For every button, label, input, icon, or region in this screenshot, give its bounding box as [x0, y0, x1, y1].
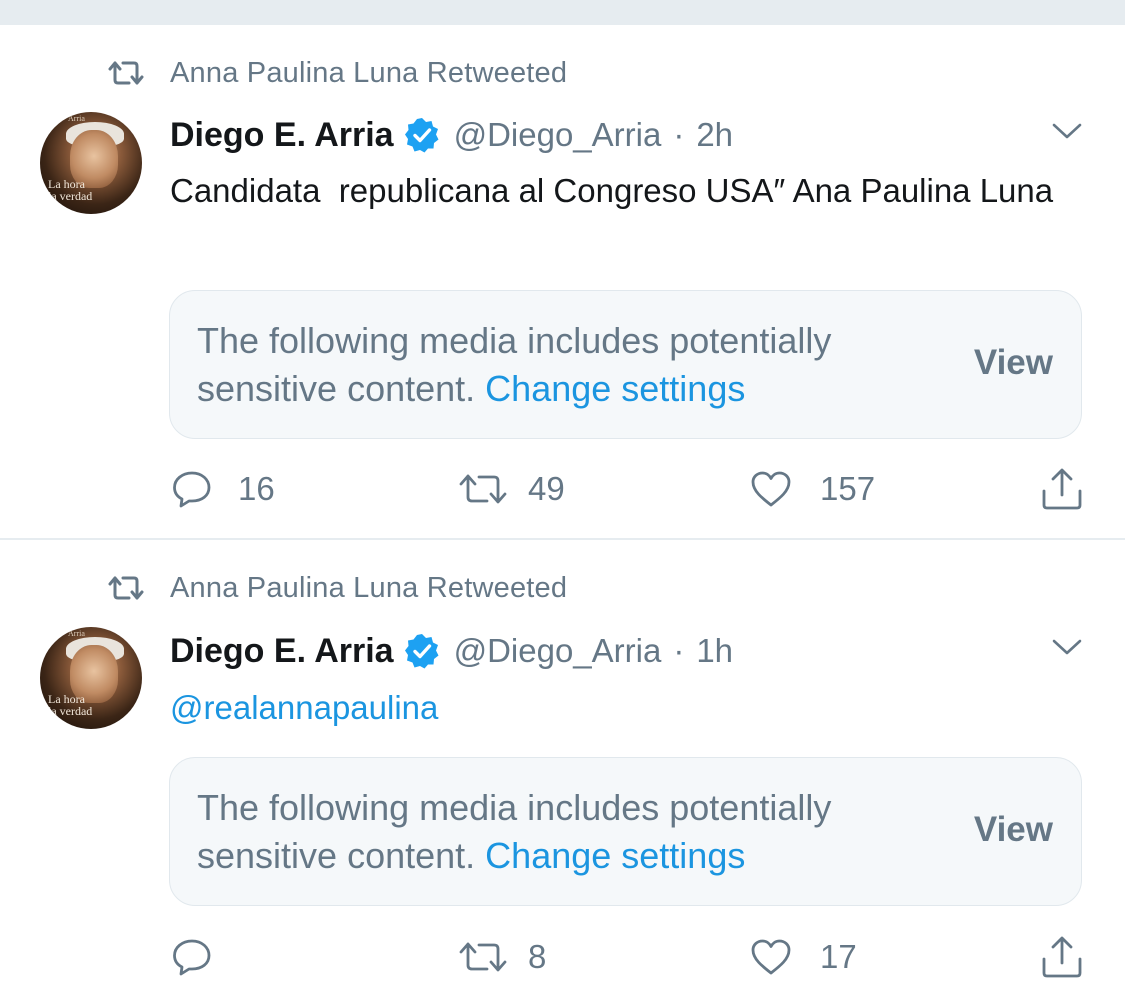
retweet-context[interactable]: Anna Paulina Luna Retweeted: [108, 568, 567, 608]
tweet-timestamp[interactable]: 2h: [696, 116, 733, 154]
change-settings-link[interactable]: Change settings: [485, 835, 745, 876]
avatar[interactable]: Arria La hora la verdad: [40, 112, 142, 214]
avatar[interactable]: Arria La hora la verdad: [40, 627, 142, 729]
retweet-button[interactable]: 49: [458, 467, 565, 511]
heart-icon: [751, 471, 791, 507]
tweet-actions: 8 17: [170, 935, 1090, 979]
tweet-header: Diego E. Arria @Diego_Arria · 1h: [170, 629, 733, 673]
tweet-actions: 16 49 157: [170, 467, 1090, 511]
verified-badge-icon: [404, 118, 439, 153]
heart-icon: [751, 939, 791, 975]
retweet-icon: [459, 942, 507, 972]
tweet-text: Candidata republicana al Congreso USA″ A…: [170, 172, 1054, 209]
avatar-caption: La hora la verdad: [48, 178, 92, 202]
like-button[interactable]: 17: [750, 935, 857, 979]
sensitive-notice-text: The following media includes potentially…: [197, 317, 927, 413]
author-name[interactable]: Diego E. Arria: [170, 116, 394, 155]
retweet-icon: [108, 576, 144, 600]
tweet[interactable]: Anna Paulina Luna Retweeted Arria La hor…: [0, 25, 1125, 538]
share-button[interactable]: [1040, 935, 1084, 979]
sensitive-media-notice: The following media includes potentially…: [169, 290, 1082, 439]
mention-link[interactable]: @realannapaulina: [170, 683, 1070, 732]
top-separator-bar: [0, 0, 1125, 25]
share-icon: [1042, 468, 1082, 510]
header-separator: ·: [673, 632, 685, 669]
sensitive-media-notice: The following media includes potentially…: [169, 757, 1082, 906]
retweet-icon: [459, 474, 507, 504]
reply-button[interactable]: 16: [170, 467, 275, 511]
avatar-caption-top: Arria: [68, 114, 85, 123]
chevron-down-icon[interactable]: [1050, 120, 1084, 142]
retweet-label: Anna Paulina Luna Retweeted: [170, 571, 568, 604]
author-handle[interactable]: @Diego_Arria: [454, 116, 662, 154]
header-separator: ·: [673, 116, 685, 153]
retweet-button[interactable]: 8: [458, 935, 546, 979]
share-button[interactable]: [1040, 467, 1084, 511]
retweet-label: Anna Paulina Luna Retweeted: [170, 56, 568, 89]
retweet-icon: [108, 61, 144, 85]
like-count: 157: [820, 470, 876, 507]
avatar-caption-top: Arria: [68, 629, 85, 638]
retweet-count: 49: [528, 470, 565, 507]
retweet-context[interactable]: Anna Paulina Luna Retweeted: [108, 53, 567, 93]
avatar-caption: La hora la verdad: [48, 693, 92, 717]
avatar-caption-line2: la verdad: [48, 704, 93, 718]
view-media-button[interactable]: View: [974, 343, 1053, 383]
tweet-header: Diego E. Arria @Diego_Arria · 2h: [170, 113, 733, 157]
tweet-timestamp[interactable]: 1h: [696, 632, 733, 670]
author-name[interactable]: Diego E. Arria: [170, 632, 394, 671]
reply-icon: [173, 939, 211, 976]
change-settings-link[interactable]: Change settings: [485, 368, 745, 409]
like-count: 17: [820, 938, 857, 975]
view-media-button[interactable]: View: [974, 810, 1053, 850]
tweet[interactable]: Anna Paulina Luna Retweeted Arria La hor…: [0, 540, 1125, 990]
sensitive-notice-text: The following media includes potentially…: [197, 784, 927, 880]
share-icon: [1042, 936, 1082, 978]
reply-button[interactable]: [170, 935, 238, 979]
chevron-down-icon[interactable]: [1050, 636, 1084, 658]
reply-icon: [173, 471, 211, 508]
avatar-caption-line2: la verdad: [48, 189, 93, 203]
like-button[interactable]: 157: [750, 467, 875, 511]
verified-badge-icon: [404, 634, 439, 669]
retweet-count: 8: [528, 938, 547, 975]
reply-count: 16: [238, 470, 275, 507]
author-handle[interactable]: @Diego_Arria: [454, 632, 662, 670]
